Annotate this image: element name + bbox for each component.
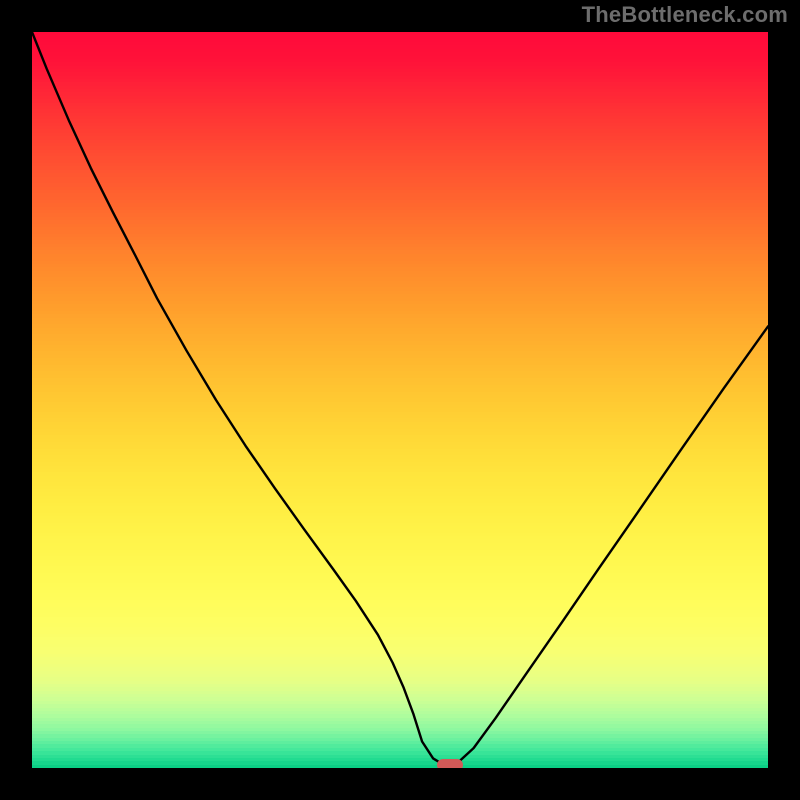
plot-frame — [30, 30, 770, 770]
bottleneck-curve — [32, 32, 768, 768]
watermark-text: TheBottleneck.com — [582, 2, 788, 28]
chart-stage: TheBottleneck.com — [0, 0, 800, 800]
optimal-marker — [437, 759, 463, 770]
